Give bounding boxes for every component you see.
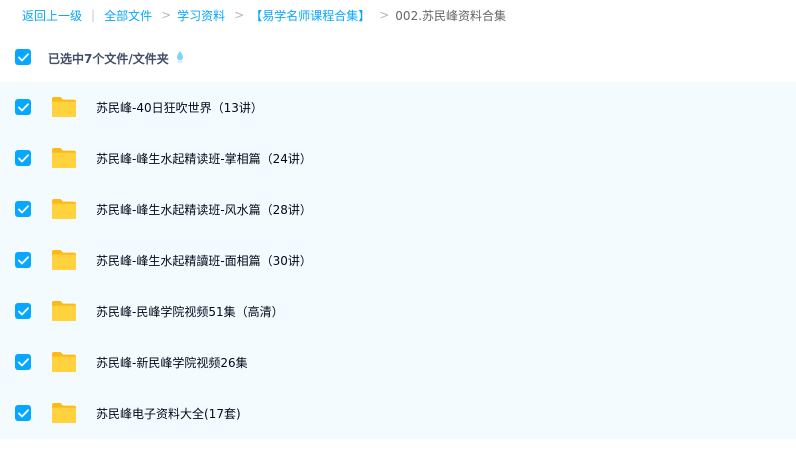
folder-icon (52, 148, 76, 168)
file-list: 苏民峰-40日狂吹世界（13讲） 苏民峰-峰生水起精读班-掌相篇（24讲） 苏民… (0, 82, 796, 439)
folder-icon (52, 301, 76, 321)
chevron-right-icon: > (234, 8, 245, 22)
item-checkbox[interactable] (15, 354, 31, 370)
checkmark-icon (17, 153, 29, 162)
checkmark-icon (17, 102, 29, 111)
chevron-right-icon: > (161, 8, 172, 22)
folder-icon (52, 97, 76, 117)
item-checkbox[interactable] (15, 201, 31, 217)
folder-icon (52, 403, 76, 423)
checkmark-icon (17, 357, 29, 366)
item-checkbox[interactable] (15, 99, 31, 115)
file-name[interactable]: 苏民峰-民峰学院视频51集（高清） (96, 303, 284, 320)
list-item[interactable]: 苏民峰-峰生水起精读班-风水篇（28讲） (0, 184, 796, 235)
checkmark-icon (17, 255, 29, 264)
file-manager-page: 返回上一级 | 全部文件 > 学习资料 > 【易学名师课程合集】 > 002.苏… (0, 0, 796, 467)
folder-icon (52, 352, 76, 372)
breadcrumb-course-collection[interactable]: 【易学名师课程合集】 (250, 7, 370, 24)
breadcrumb: 返回上一级 | 全部文件 > 学习资料 > 【易学名师课程合集】 > 002.苏… (22, 6, 506, 24)
checkmark-icon (17, 408, 29, 417)
chevron-right-icon: > (379, 8, 390, 22)
breadcrumb-current: 002.苏民峰资料合集 (395, 8, 507, 23)
checkmark-icon (17, 204, 29, 213)
file-name[interactable]: 苏民峰-峰生水起精讀班-面相篇（30讲） (96, 252, 312, 269)
breadcrumb-divider: | (91, 8, 96, 22)
list-item[interactable]: 苏民峰-峰生水起精讀班-面相篇（30讲） (0, 235, 796, 286)
item-checkbox[interactable] (15, 303, 31, 319)
file-name[interactable]: 苏民峰-新民峰学院视频26集 (96, 354, 248, 371)
list-item[interactable]: 苏民峰-40日狂吹世界（13讲） (0, 82, 796, 133)
item-checkbox[interactable] (15, 150, 31, 166)
file-name[interactable]: 苏民峰-峰生水起精读班-风水篇（28讲） (96, 201, 312, 218)
file-name[interactable]: 苏民峰电子资料大全(17套) (96, 405, 241, 422)
folder-icon (52, 199, 76, 219)
selection-header: 已选中7个文件/文件夹 (0, 44, 796, 72)
breadcrumb-all-files[interactable]: 全部文件 (104, 7, 152, 24)
item-checkbox[interactable] (15, 405, 31, 421)
back-link[interactable]: 返回上一级 (22, 7, 82, 24)
droplet-tip-icon[interactable] (175, 50, 185, 64)
selection-summary: 已选中7个文件/文件夹 (48, 52, 169, 66)
list-item[interactable]: 苏民峰电子资料大全(17套) (0, 388, 796, 439)
file-name[interactable]: 苏民峰-峰生水起精读班-掌相篇（24讲） (96, 150, 312, 167)
file-name[interactable]: 苏民峰-40日狂吹世界（13讲） (96, 99, 263, 116)
list-item[interactable]: 苏民峰-民峰学院视频51集（高清） (0, 286, 796, 337)
select-all-checkbox[interactable] (15, 49, 31, 65)
list-item[interactable]: 苏民峰-新民峰学院视频26集 (0, 337, 796, 388)
checkmark-icon (17, 52, 29, 61)
breadcrumb-study-materials[interactable]: 学习资料 (177, 7, 225, 24)
item-checkbox[interactable] (15, 252, 31, 268)
checkmark-icon (17, 306, 29, 315)
folder-icon (52, 250, 76, 270)
list-item[interactable]: 苏民峰-峰生水起精读班-掌相篇（24讲） (0, 133, 796, 184)
